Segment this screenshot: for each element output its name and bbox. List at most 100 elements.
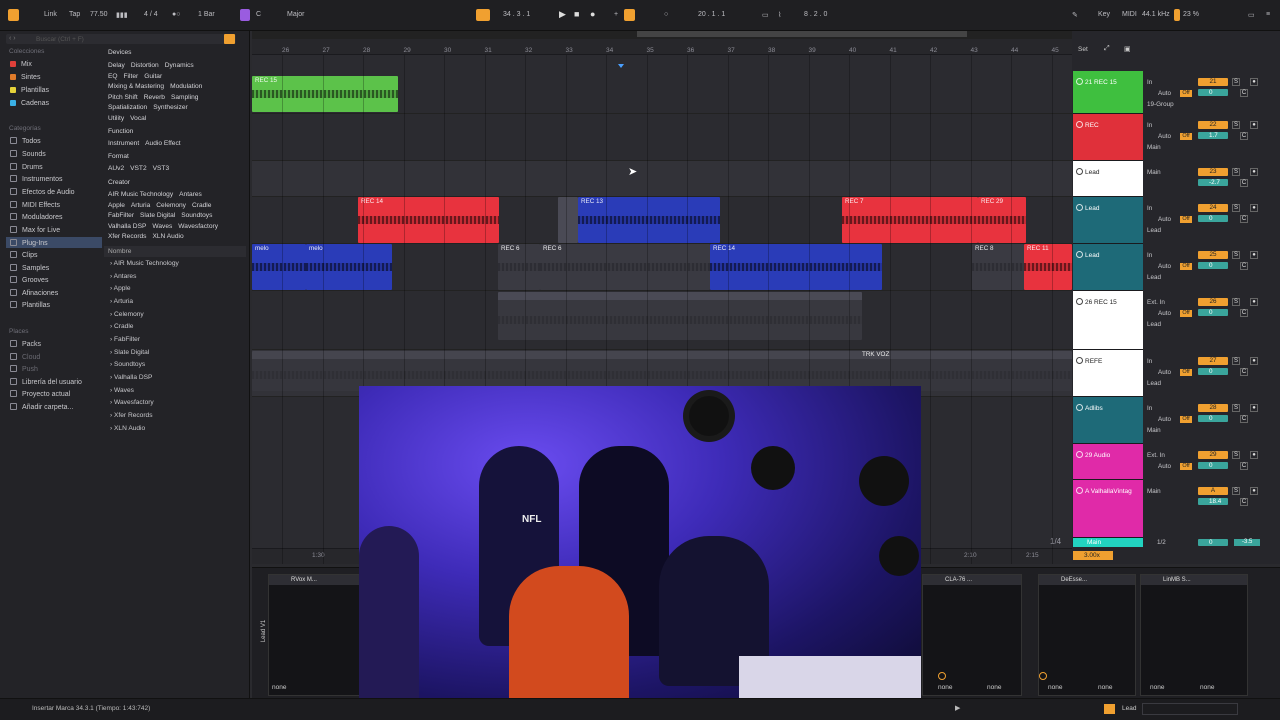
category-tunings[interactable]: Afinaciones [10,289,58,297]
audio-clip[interactable]: melo [306,244,392,290]
tree-item[interactable]: › Xfer Records [110,412,153,419]
monitor-off-button[interactable]: Off [1180,416,1192,423]
input-select[interactable]: Ext. In [1147,452,1165,459]
tree-item[interactable]: › Waves [110,387,134,394]
collection-cadenas[interactable]: Cadenas [10,100,49,107]
record-arm-button[interactable]: ● [1250,251,1258,259]
tree-item[interactable]: › Celemony [110,311,144,318]
key-map-button[interactable]: Key [1098,11,1110,18]
monitor-off-button[interactable]: Off [1180,90,1192,97]
output-routing-select[interactable]: 19-Group [1147,101,1174,108]
record-arm-button[interactable]: ● [1250,168,1258,176]
loop-toggle-icon[interactable]: ▭ [762,11,769,19]
input-select[interactable]: Ext. In [1147,299,1165,306]
track-fold-icon[interactable] [1076,121,1083,128]
format-tags-row[interactable]: AUv2 VST2 VST3 [108,165,175,172]
tempo-field[interactable]: 77.50 [90,11,108,18]
none-select[interactable]: none [987,684,1001,691]
track-fold-icon[interactable] [1076,204,1083,211]
category-max-for-live[interactable]: Max for Live [10,226,60,234]
solo-button[interactable]: S [1232,204,1240,212]
audio-clip[interactable] [558,197,578,243]
output-routing-select[interactable]: Main [1147,144,1161,151]
tree-item[interactable]: › Antares [110,273,136,280]
category-samples[interactable]: Samples [10,264,49,272]
track-number-button[interactable]: 29 [1198,451,1228,459]
crossfade-button[interactable]: C [1240,309,1248,317]
audio-clip[interactable]: REC 14 [358,197,499,243]
none-select[interactable]: none [1150,684,1164,691]
track-number-button[interactable]: 24 [1198,204,1228,212]
scale-mode-icon[interactable] [240,9,250,21]
output-routing-select[interactable]: Lead [1147,380,1161,387]
loop-length-field[interactable]: 8 . 2 . 0 [804,11,827,18]
track-volume-bar[interactable] [1198,262,1228,269]
audio-clip[interactable]: REC 9 [498,292,862,340]
main-track-header[interactable]: Main [1073,538,1143,547]
devices-filter-title[interactable]: Devices [108,49,131,56]
audio-clip[interactable]: REC 29 [978,197,1026,243]
track-number-button[interactable]: 23 [1198,168,1228,176]
monitor-auto-button[interactable]: Auto [1158,310,1171,317]
crossfade-button[interactable]: C [1240,498,1248,506]
output-routing-select[interactable]: Lead [1147,227,1161,234]
device-tags-row[interactable]: Utility Vocal [108,115,152,122]
beat-ruler[interactable] [252,39,1072,55]
solo-button[interactable]: S [1232,78,1240,86]
track-volume-bar[interactable] [1198,462,1228,469]
audio-clip[interactable]: melo [252,244,306,290]
input-select[interactable]: In [1147,79,1152,86]
format-filter-title[interactable]: Format [108,153,129,160]
search-box[interactable]: ‹ › Buscar (Ctrl + F) [6,34,236,44]
follow-icon[interactable]: ●○ [172,11,180,18]
record-arm-button[interactable]: ● [1250,451,1258,459]
pencil-icon[interactable]: ✎ [1072,11,1078,19]
main-ratio[interactable]: 1/2 [1157,539,1166,546]
record-arm-button[interactable]: ● [1250,357,1258,365]
browser-toggle-button[interactable] [8,9,19,21]
audio-clip[interactable]: REC 15 [252,76,398,112]
output-routing-select[interactable]: Lead [1147,321,1161,328]
category-plug-ins[interactable]: Plug-Ins [6,237,102,248]
collection-sintes[interactable]: Sintes [10,74,40,81]
category-sounds[interactable]: Sounds [10,150,46,158]
input-select[interactable]: Main [1147,488,1161,495]
crossfade-button[interactable]: C [1240,215,1248,223]
monitor-auto-button[interactable]: Auto [1158,263,1171,270]
key-select[interactable]: C [256,11,261,18]
creator-tags-row[interactable]: Xfer Records XLN Audio [108,233,190,240]
device-panel[interactable]: CLA-76 ... [922,574,1022,696]
monitor-off-button[interactable]: Off [1180,369,1192,376]
record-arm-button[interactable]: ● [1250,404,1258,412]
mixer-track-header[interactable]: Lead [1073,197,1143,244]
solo-button[interactable]: S [1232,487,1240,495]
category-todos[interactable]: Todos [10,137,41,145]
mixer-track-header[interactable]: A ValhallaVintag [1073,480,1143,538]
category-modulators[interactable]: Moduladores [10,213,62,221]
audio-clip[interactable]: REC 14 [710,244,882,290]
track-volume-bar[interactable] [1198,215,1228,222]
mixer-track-header[interactable]: 29 Audio [1073,444,1143,480]
record-arm-button[interactable]: ● [1250,121,1258,129]
audio-clip[interactable]: REC 6 [498,244,540,290]
solo-button[interactable]: S [1232,168,1240,176]
crossfade-button[interactable]: C [1240,415,1248,423]
solo-button[interactable]: S [1232,298,1240,306]
category-instruments[interactable]: Instrumentos [10,175,62,183]
track-fold-icon[interactable] [1076,404,1083,411]
track-number-button[interactable]: 28 [1198,404,1228,412]
track-volume-bar[interactable] [1198,309,1228,316]
crossfade-button[interactable]: C [1240,368,1248,376]
quantize-select[interactable]: 1 Bar [198,11,215,18]
place-push[interactable]: Push [10,365,38,373]
solo-button[interactable]: S [1232,357,1240,365]
search-options-icon[interactable] [224,34,235,44]
link-button[interactable]: Link [44,11,57,18]
crossfade-button[interactable]: C [1240,462,1248,470]
track-lane[interactable] [252,161,1072,197]
mixer-track-header[interactable]: 26 REC 15 [1073,291,1143,350]
solo-button[interactable]: S [1232,451,1240,459]
mixer-track-header[interactable]: Lead [1073,161,1143,197]
none-select[interactable]: none [1048,684,1062,691]
track-volume-bar[interactable] [1198,89,1228,96]
